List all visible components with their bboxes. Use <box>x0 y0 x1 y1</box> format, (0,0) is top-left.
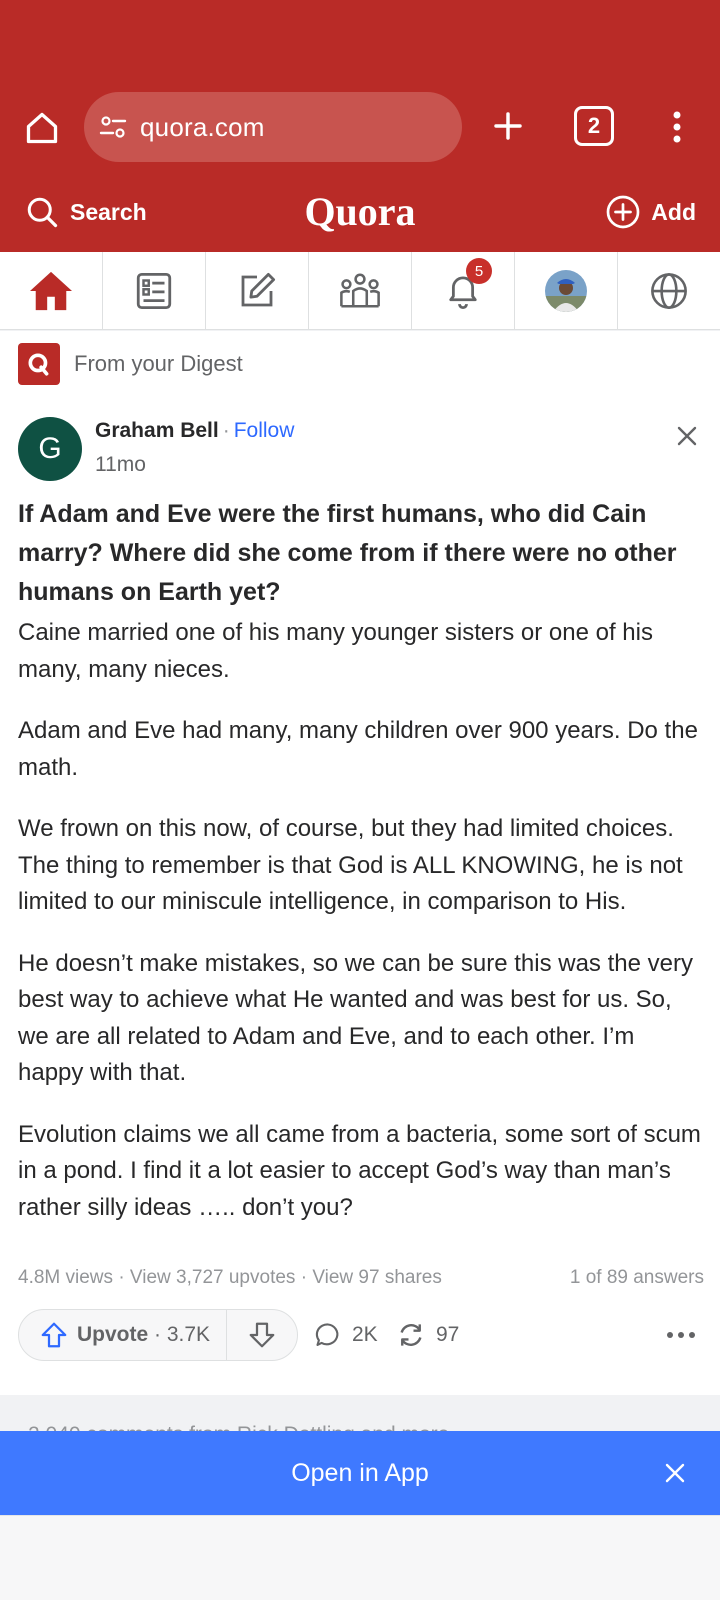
comment-button[interactable]: 2K <box>314 1309 378 1361</box>
vote-pill: Upvote · 3.7K <box>18 1309 298 1361</box>
downvote-button[interactable] <box>227 1310 297 1360</box>
nav-notifications[interactable]: 5 <box>412 252 515 330</box>
author-row: G Graham Bell · Follow 11mo <box>18 417 702 481</box>
tab-count: 2 <box>587 113 601 138</box>
quora-header: Search Quora Add <box>0 176 720 252</box>
answer-paragraph: Caine married one of his many younger si… <box>18 619 653 683</box>
tune-icon[interactable] <box>98 112 128 142</box>
digest-header: From your Digest <box>18 343 243 385</box>
answer-paragraph: He doesn’t make mistakes, so we can be s… <box>18 949 693 1087</box>
dismiss-card-button[interactable] <box>672 421 702 451</box>
share-icon <box>400 1324 422 1346</box>
author-name-line: Graham Bell · Follow <box>95 419 294 443</box>
nav-answer[interactable] <box>206 252 309 330</box>
browser-home-button[interactable] <box>20 106 64 150</box>
digest-label: From your Digest <box>74 351 243 376</box>
nav-home[interactable] <box>0 252 103 330</box>
share-count: 97 <box>436 1323 460 1346</box>
answer-body[interactable]: Caine married one of his many younger si… <box>18 615 702 1251</box>
post-time: 11mo <box>95 453 146 476</box>
author-initial: G <box>38 432 62 465</box>
views-count: 4.8M views <box>18 1267 114 1288</box>
view-upvotes-link[interactable]: View 3,727 upvotes <box>130 1267 296 1288</box>
open-in-app-label: Open in App <box>291 1458 429 1487</box>
share-button[interactable]: 97 <box>396 1309 459 1361</box>
comment-count: 2K <box>352 1323 378 1346</box>
answer-paragraph: We frown on this now, of course, but the… <box>18 815 683 915</box>
answer-icon <box>241 272 276 307</box>
quora-digest-icon <box>18 343 60 385</box>
follow-button[interactable]: Follow <box>234 419 295 443</box>
nav-following[interactable] <box>103 252 206 330</box>
stats-left: 4.8M views · View 3,727 upvotes · View 9… <box>18 1267 442 1288</box>
answer-paragraph: Evolution claims we all came from a bact… <box>18 1120 701 1221</box>
nav-languages[interactable] <box>618 252 720 330</box>
globe-icon <box>651 273 687 309</box>
comment-icon <box>315 1323 339 1346</box>
question-title[interactable]: If Adam and Eve were the first humans, w… <box>18 495 702 612</box>
home-nav-icon <box>30 271 72 311</box>
add-label: Add <box>651 198 696 225</box>
upvote-count: 3.7K <box>166 1323 211 1346</box>
avatar <box>545 270 587 312</box>
bottom-area <box>0 1515 720 1600</box>
upvote-label: Upvote <box>77 1323 149 1346</box>
author-separator: · <box>222 419 230 442</box>
author-avatar[interactable]: G <box>18 417 82 481</box>
add-circle-icon <box>606 195 640 229</box>
more-horiz-icon <box>667 1332 695 1338</box>
browser-menu-button[interactable] <box>660 104 694 150</box>
plus-icon <box>494 112 522 140</box>
new-tab-button[interactable] <box>486 104 530 148</box>
nav-profile[interactable] <box>515 252 618 330</box>
status-bar <box>0 0 720 84</box>
answer-position[interactable]: 1 of 89 answers <box>570 1267 704 1289</box>
open-in-app-banner[interactable]: Open in App <box>0 1431 720 1515</box>
add-button[interactable]: Add <box>605 194 696 230</box>
banner-close-button[interactable] <box>660 1458 690 1488</box>
upvote-button[interactable]: Upvote · 3.7K <box>19 1310 228 1360</box>
upvote-icon <box>41 1322 67 1348</box>
downvote-icon <box>249 1322 275 1348</box>
more-vert-icon <box>673 111 681 143</box>
actions-row: Upvote · 3.7K 2K 97 <box>18 1309 704 1361</box>
browser-toolbar: quora.com 2 <box>0 84 720 176</box>
spaces-icon <box>340 273 380 308</box>
main-nav: 5 <box>0 252 720 330</box>
view-shares-link[interactable]: View 97 shares <box>312 1267 442 1288</box>
home-icon <box>26 112 58 144</box>
more-options-button[interactable] <box>666 1309 696 1361</box>
answer-paragraph: Adam and Eve had many, many children ove… <box>18 717 698 781</box>
nav-spaces[interactable] <box>309 252 412 330</box>
author-name[interactable]: Graham Bell <box>95 419 219 443</box>
close-icon <box>665 1463 685 1483</box>
feed-card: From your Digest G Graham Bell · Follow … <box>0 331 720 1395</box>
tab-switcher-button[interactable]: 2 <box>574 106 614 146</box>
address-bar[interactable]: quora.com <box>84 92 462 162</box>
close-icon <box>677 426 697 446</box>
notification-badge: 5 <box>466 258 492 284</box>
stats-row: 4.8M views · View 3,727 upvotes · View 9… <box>18 1267 704 1289</box>
url-text[interactable]: quora.com <box>140 112 265 143</box>
following-icon <box>136 272 172 310</box>
